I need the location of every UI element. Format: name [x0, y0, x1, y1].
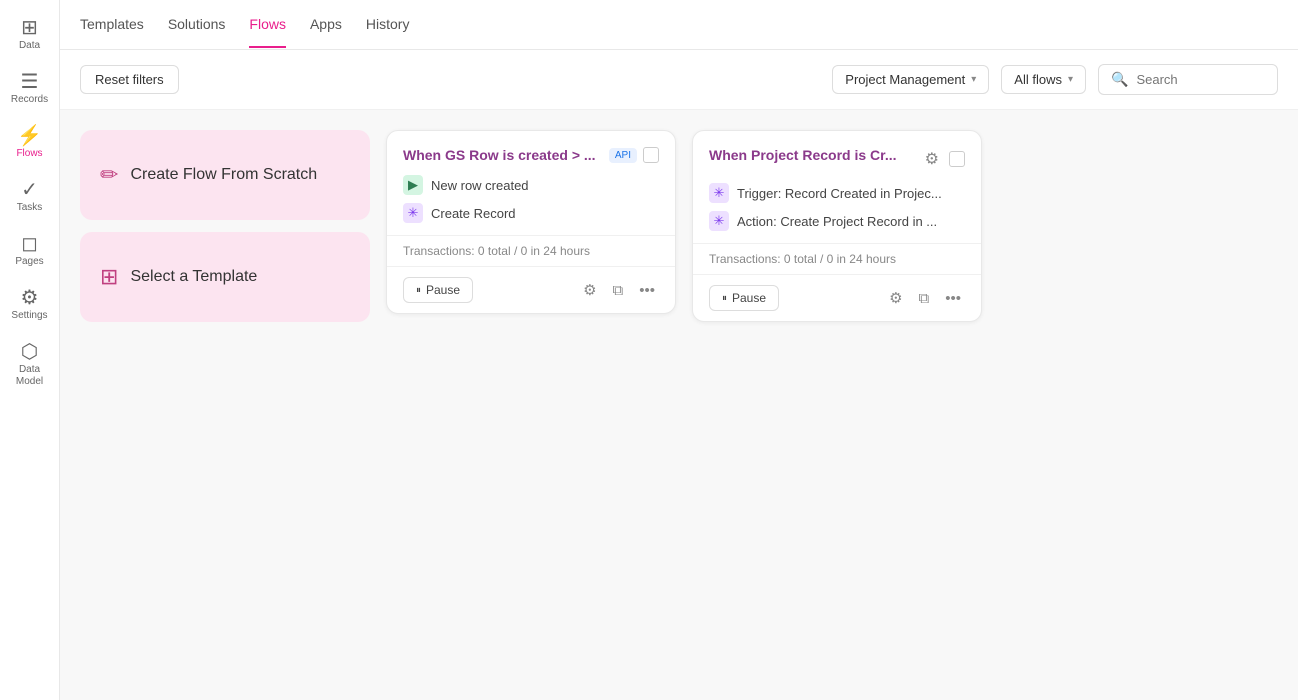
- settings-icon-button[interactable]: ⚙: [579, 279, 600, 301]
- flow-card-header: When GS Row is created > ... API: [387, 131, 675, 175]
- copy-icon-button[interactable]: ⧉: [609, 280, 628, 301]
- sidebar-item-settings[interactable]: ⚙ Settings: [4, 280, 56, 330]
- nav-item-templates[interactable]: Templates: [80, 2, 144, 48]
- flows-icon: ⚡: [17, 126, 42, 146]
- sidebar-item-pages[interactable]: ◻ Pages: [4, 226, 56, 276]
- all-flows-dropdown[interactable]: All flows ▾: [1001, 65, 1086, 94]
- sidebar-item-data-model[interactable]: ⬡ Data Model: [4, 334, 56, 396]
- flow-card-flow-2: When Project Record is Cr... ⚙︎ ✳ Trigge…: [692, 130, 982, 322]
- all-flows-label: All flows: [1014, 72, 1062, 87]
- sidebar-item-label: Records: [11, 94, 48, 106]
- step-icon: ✳: [709, 183, 729, 203]
- chevron-down-icon: ▾: [971, 74, 976, 85]
- api-badge: API: [609, 148, 637, 163]
- nav-item-flows[interactable]: Flows: [249, 2, 286, 48]
- sidebar: ⊞ Data ☰ Records ⚡ Flows ✓ Tasks ◻ Pages…: [0, 0, 60, 700]
- main-area: Templates Solutions Flows Apps History Reset…: [60, 0, 1298, 700]
- sidebar-item-label: Settings: [11, 310, 47, 322]
- flow-card-body: ✳ Trigger: Record Created in Projec... ✳…: [693, 183, 981, 243]
- sidebar-item-tasks[interactable]: ✓ Tasks: [4, 172, 56, 222]
- flow-step-0: ✳ Trigger: Record Created in Projec...: [709, 183, 965, 203]
- sidebar-item-label: Data: [19, 40, 40, 52]
- step-label: Create Record: [431, 206, 516, 221]
- flow-step-0: ▶ New row created: [403, 175, 659, 195]
- more-icon-button[interactable]: •••: [941, 288, 965, 309]
- create-from-scratch-icon: ✏: [100, 162, 118, 188]
- step-icon: ✳: [403, 203, 423, 223]
- project-filter-label: Project Management: [845, 72, 965, 87]
- flow-cards-container: When GS Row is created > ... API ▶ New r…: [386, 130, 982, 322]
- step-icon: ▶: [403, 175, 423, 195]
- footer-actions: ⚙ ⧉ •••: [885, 287, 965, 309]
- search-input[interactable]: [1136, 72, 1265, 87]
- pages-icon: ◻: [21, 234, 38, 254]
- top-nav: Templates Solutions Flows Apps History: [60, 0, 1298, 50]
- search-icon: 🔍: [1111, 71, 1128, 88]
- action-card-label: Create Flow From Scratch: [130, 166, 317, 184]
- flow-card-title: When Project Record is Cr...: [709, 147, 913, 163]
- flow-card-badges: ⚙︎: [921, 147, 965, 171]
- flow-step-1: ✳ Action: Create Project Record in ...: [709, 211, 965, 231]
- settings-icon-button[interactable]: ⚙: [885, 287, 906, 309]
- pause-button[interactable]: ⏸ Pause: [403, 277, 473, 303]
- project-filter-dropdown[interactable]: Project Management ▾: [832, 65, 989, 94]
- flow-card-footer: ⏸ Pause ⚙ ⧉ •••: [387, 266, 675, 313]
- action-card-create-from-scratch[interactable]: ✏ Create Flow From Scratch: [80, 130, 370, 220]
- flow-card-footer: ⏸ Pause ⚙ ⧉ •••: [693, 274, 981, 321]
- sidebar-item-label: Tasks: [17, 202, 43, 214]
- share-icon-button[interactable]: ⚙︎: [921, 147, 943, 171]
- flow-card-flow-1: When GS Row is created > ... API ▶ New r…: [386, 130, 676, 314]
- sidebar-item-label: Flows: [16, 148, 42, 160]
- flow-card-header: When Project Record is Cr... ⚙︎: [693, 131, 981, 183]
- data-icon: ⊞: [21, 18, 38, 38]
- reset-filters-button[interactable]: Reset filters: [80, 65, 179, 94]
- pause-label: Pause: [426, 283, 460, 297]
- content-area: ✏ Create Flow From Scratch ⊞ Select a Te…: [60, 110, 1298, 700]
- flow-card-title: When GS Row is created > ...: [403, 147, 601, 163]
- flow-card-body: ▶ New row created ✳ Create Record: [387, 175, 675, 235]
- pause-button[interactable]: ⏸ Pause: [709, 285, 779, 311]
- flow-card-badges: API: [609, 147, 659, 163]
- action-panel: ✏ Create Flow From Scratch ⊞ Select a Te…: [80, 130, 370, 322]
- footer-actions: ⚙ ⧉ •••: [579, 279, 659, 301]
- tasks-icon: ✓: [21, 180, 38, 200]
- sidebar-item-label: Pages: [15, 256, 43, 268]
- nav-item-apps[interactable]: Apps: [310, 2, 342, 48]
- sidebar-item-flows[interactable]: ⚡ Flows: [4, 118, 56, 168]
- step-label: Trigger: Record Created in Projec...: [737, 186, 942, 201]
- nav-item-solutions[interactable]: Solutions: [168, 2, 226, 48]
- step-label: New row created: [431, 178, 529, 193]
- flow-step-1: ✳ Create Record: [403, 203, 659, 223]
- pause-icon: ⏸: [416, 285, 421, 296]
- flow-card-checkbox[interactable]: [949, 151, 965, 167]
- step-label: Action: Create Project Record in ...: [737, 214, 937, 229]
- search-bar: 🔍: [1098, 64, 1278, 95]
- flow-card-stats: Transactions: 0 total / 0 in 24 hours: [387, 235, 675, 266]
- sidebar-item-data[interactable]: ⊞ Data: [4, 10, 56, 60]
- pause-icon: ⏸: [722, 293, 727, 304]
- records-icon: ☰: [21, 72, 39, 92]
- select-template-icon: ⊞: [100, 264, 118, 290]
- nav-item-history[interactable]: History: [366, 2, 410, 48]
- copy-icon-button[interactable]: ⧉: [915, 288, 934, 309]
- data-model-icon: ⬡: [21, 342, 38, 362]
- flow-card-checkbox[interactable]: [643, 147, 659, 163]
- sidebar-item-records[interactable]: ☰ Records: [4, 64, 56, 114]
- sidebar-item-label: Data Model: [10, 364, 50, 388]
- action-card-select-template[interactable]: ⊞ Select a Template: [80, 232, 370, 322]
- pause-label: Pause: [732, 291, 766, 305]
- step-icon: ✳: [709, 211, 729, 231]
- settings-icon: ⚙: [21, 288, 39, 308]
- flow-card-stats: Transactions: 0 total / 0 in 24 hours: [693, 243, 981, 274]
- more-icon-button[interactable]: •••: [635, 280, 659, 301]
- toolbar: Reset filters Project Management ▾ All f…: [60, 50, 1298, 110]
- action-card-label: Select a Template: [130, 268, 257, 286]
- chevron-down-icon: ▾: [1068, 74, 1073, 85]
